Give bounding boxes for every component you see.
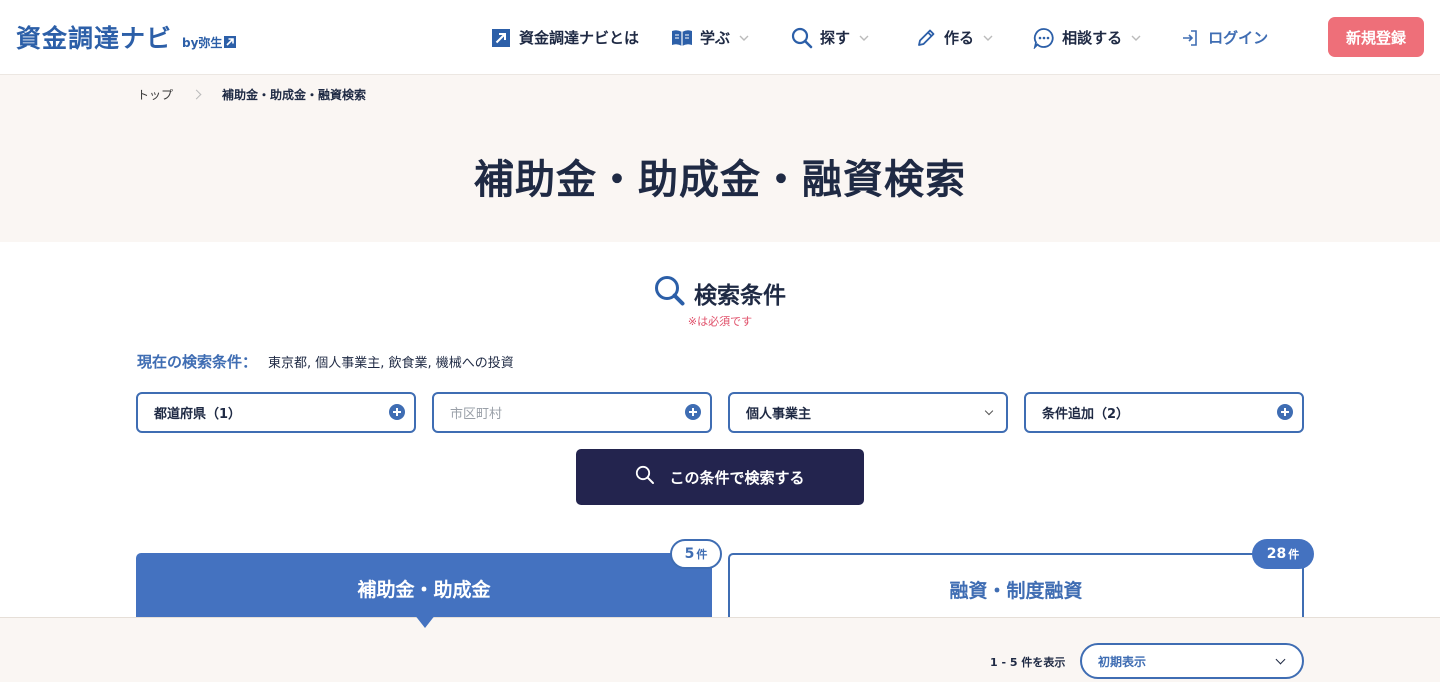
nav-create-label: 作る — [944, 29, 975, 47]
nav-about[interactable]: 資金調達ナビとは — [490, 27, 639, 49]
current-conditions: 現在の検索条件： 東京都, 個人事業主, 飲食業, 機械への投資 — [137, 351, 514, 372]
login-arrow-icon — [1179, 27, 1201, 49]
prefecture-field-label: 都道府県（1） — [154, 407, 242, 422]
loans-count: 28 — [1266, 546, 1287, 562]
count-unit: 件 — [696, 548, 708, 561]
login-label: ログイン — [1208, 29, 1269, 47]
city-field[interactable]: 市区町村 — [432, 392, 712, 433]
search-submit-button[interactable]: この条件で検索する — [576, 449, 864, 505]
chevron-down-icon — [984, 406, 994, 416]
logo-by-text: by弥生 — [182, 36, 223, 50]
nav-learn-label: 学ぶ — [700, 29, 731, 47]
add-condition-field[interactable]: 条件追加（2） — [1024, 392, 1304, 433]
breadcrumb: トップ 補助金・助成金・融資検索 — [137, 86, 366, 103]
open-book-icon — [671, 27, 693, 49]
external-square-arrow-icon — [490, 27, 512, 49]
search-icon — [654, 275, 686, 311]
site-header: 資金調達ナビ by弥生 資金調達ナビとは 学ぶ 探す 作る 相談する ログイン … — [0, 0, 1440, 75]
page-hero: トップ 補助金・助成金・融資検索 補助金・助成金・融資検索 — [0, 75, 1440, 242]
nav-search-label: 探す — [820, 29, 851, 47]
add-condition-label: 条件追加（2） — [1042, 407, 1130, 422]
subsidies-count-badge: 5件 — [670, 539, 722, 569]
search-icon — [791, 27, 813, 49]
prefecture-field[interactable]: 都道府県（1） — [136, 392, 416, 433]
plus-circle-icon — [389, 404, 405, 420]
search-title-text: 検索条件 — [694, 283, 786, 309]
sort-select[interactable]: 初期表示 — [1080, 643, 1304, 679]
search-section-title: 検索条件 — [0, 275, 1440, 311]
city-field-placeholder: 市区町村 — [450, 407, 503, 422]
search-icon — [635, 465, 655, 489]
site-logo[interactable]: 資金調達ナビ by弥生 — [16, 19, 237, 55]
business-type-value: 個人事業主 — [746, 407, 812, 422]
nav-consult-label: 相談する — [1062, 29, 1123, 47]
nav-learn[interactable]: 学ぶ — [671, 27, 749, 49]
results-count: 1 - 5 件を表示 — [990, 656, 1066, 669]
nav-search[interactable]: 探す — [791, 27, 869, 49]
chevron-down-icon — [1131, 35, 1141, 41]
chat-bubble-icon — [1033, 27, 1055, 49]
plus-circle-icon — [685, 404, 701, 420]
sort-select-value: 初期表示 — [1098, 654, 1147, 669]
chevron-down-icon — [739, 35, 749, 41]
page-title: 補助金・助成金・融資検索 — [474, 157, 966, 203]
current-conditions-label: 現在の検索条件： — [137, 353, 258, 371]
breadcrumb-chevron-icon — [191, 89, 202, 100]
plus-circle-icon — [1277, 404, 1293, 420]
nav-create[interactable]: 作る — [915, 27, 993, 49]
current-conditions-value: 東京都, 個人事業主, 飲食業, 機械への投資 — [268, 356, 514, 371]
chevron-down-icon — [983, 35, 993, 41]
loans-count-badge: 28 件 — [1252, 539, 1314, 569]
search-submit-label: この条件で検索する — [669, 468, 805, 487]
business-type-select[interactable]: 個人事業主 — [728, 392, 1008, 433]
nav-consult[interactable]: 相談する — [1033, 27, 1141, 49]
nav-about-label: 資金調達ナビとは — [519, 29, 640, 47]
count-unit: 件 — [1288, 548, 1300, 561]
chevron-down-icon — [1275, 654, 1286, 665]
signup-button[interactable]: 新規登録 — [1328, 17, 1424, 57]
tab-loans-label: 融資・制度融資 — [949, 579, 1083, 602]
login-link[interactable]: ログイン — [1179, 27, 1268, 49]
tab-subsidies-label: 補助金・助成金 — [357, 578, 491, 601]
breadcrumb-top-link[interactable]: トップ — [137, 86, 173, 103]
required-note: ※は必須です — [687, 315, 753, 328]
breadcrumb-current: 補助金・助成金・融資検索 — [222, 88, 367, 102]
pencil-icon — [915, 27, 937, 49]
results-bar: 1 - 5 件を表示 初期表示 — [0, 617, 1440, 682]
chevron-down-icon — [859, 35, 869, 41]
subsidies-count: 5 — [684, 546, 695, 562]
logo-text: 資金調達ナビ — [16, 24, 173, 53]
tab-loans[interactable]: 融資・制度融資 — [728, 553, 1304, 623]
tab-subsidies[interactable]: 補助金・助成金 — [136, 553, 712, 623]
main-nav: 資金調達ナビとは 学ぶ 探す 作る 相談する ログイン — [490, 0, 1268, 75]
active-tab-pointer — [414, 614, 436, 628]
logo-arrow-icon — [224, 36, 237, 48]
